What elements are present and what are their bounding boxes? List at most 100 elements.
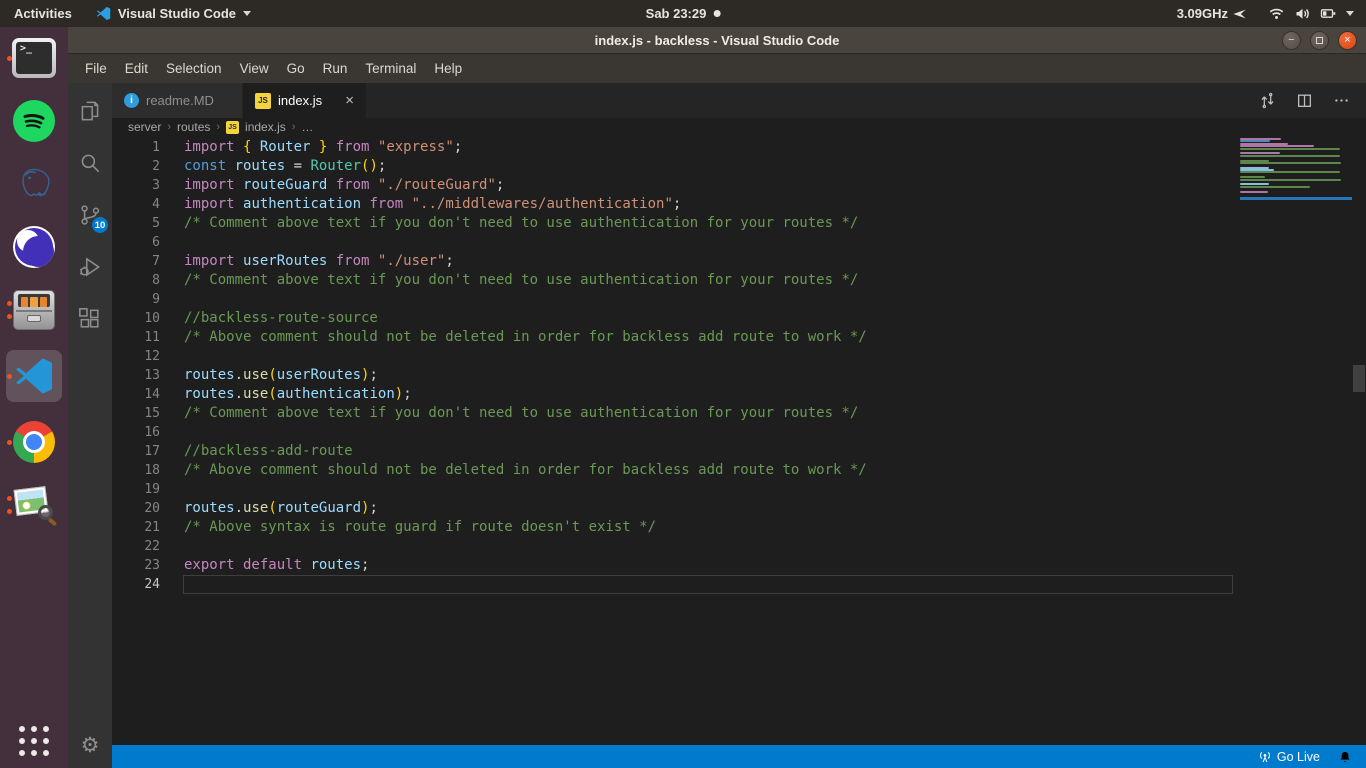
insomnia-icon <box>13 226 55 268</box>
code-line[interactable]: 9 <box>112 290 1236 309</box>
code-line[interactable]: 24 <box>112 575 1236 594</box>
line-number: 17 <box>144 444 160 459</box>
code-line[interactable]: 6 <box>112 233 1236 252</box>
run-debug-icon[interactable] <box>68 245 112 289</box>
code-line[interactable]: 17 //backless-add-route <box>112 442 1236 461</box>
maximize-button[interactable] <box>1310 30 1329 50</box>
minimize-button[interactable]: − <box>1282 30 1301 50</box>
editor-scrollbar[interactable] <box>1352 136 1366 745</box>
breadcrumb-folder[interactable]: server <box>128 120 161 134</box>
minimap[interactable] <box>1240 138 1352 200</box>
tab-readme[interactable]: i readme.MD <box>112 83 243 118</box>
settings-gear-icon[interactable]: ⚙ <box>81 733 100 758</box>
cpu-frequency-indicator[interactable]: 3.09GHz <box>1177 6 1247 21</box>
volume-icon[interactable] <box>1294 6 1311 21</box>
wifi-icon[interactable] <box>1268 6 1285 21</box>
dock-item-file-manager[interactable] <box>6 287 62 333</box>
code-text: routes.use(authentication); <box>184 386 412 402</box>
line-number: 10 <box>144 311 160 326</box>
code-line[interactable]: 4 import authentication from "../middlewa… <box>112 195 1236 214</box>
minimap-line <box>1240 154 1340 157</box>
minimap-line <box>1240 145 1314 148</box>
explorer-icon[interactable] <box>68 89 112 133</box>
line-number: 19 <box>144 482 160 497</box>
battery-icon[interactable] <box>1320 6 1337 21</box>
menu-item-go[interactable]: Go <box>278 57 314 80</box>
code-line[interactable]: 13 routes.use(userRoutes); <box>112 366 1236 385</box>
line-number: 11 <box>144 330 160 345</box>
breadcrumb-file[interactable]: index.js <box>245 120 286 134</box>
code-line[interactable]: 21 /* Above syntax is route guard if rout… <box>112 518 1236 537</box>
app-menu-button[interactable]: Visual Studio Code <box>86 0 261 27</box>
line-number: 20 <box>144 501 160 516</box>
clock-menu[interactable]: Sab 23:29 <box>646 6 721 21</box>
dock-item-terminal[interactable]: >_ <box>6 35 62 81</box>
dock-item-spotify[interactable] <box>6 98 62 144</box>
line-number: 13 <box>144 368 160 383</box>
menu-item-run[interactable]: Run <box>314 57 357 80</box>
code-line[interactable]: 15 /* Comment above text if you don't nee… <box>112 404 1236 423</box>
split-editor-icon[interactable] <box>1296 92 1313 109</box>
menu-bar: File Edit Selection View Go Run Terminal Help <box>68 54 1366 83</box>
line-number: 7 <box>152 254 160 269</box>
extensions-icon[interactable] <box>68 297 112 341</box>
menu-item-terminal[interactable]: Terminal <box>356 57 425 80</box>
code-line[interactable]: 14 routes.use(authentication); <box>112 385 1236 404</box>
menu-item-view[interactable]: View <box>231 57 278 80</box>
menu-item-help[interactable]: Help <box>425 57 471 80</box>
code-line[interactable]: 2 const routes = Router(); <box>112 157 1236 176</box>
code-line[interactable]: 19 <box>112 480 1236 499</box>
code-text: /* Above syntax is route guard if route … <box>184 519 657 535</box>
tab-close-icon[interactable]: × <box>345 93 354 108</box>
breadcrumb-folder[interactable]: routes <box>177 120 210 134</box>
code-line[interactable]: 20 routes.use(routeGuard); <box>112 499 1236 518</box>
activities-button[interactable]: Activities <box>0 0 86 27</box>
code-text: export default routes; <box>184 557 370 573</box>
show-applications-button[interactable] <box>19 726 49 756</box>
menu-item-edit[interactable]: Edit <box>116 57 157 80</box>
dock-item-insomnia[interactable] <box>6 224 62 270</box>
code-line[interactable]: 7 import userRoutes from "./user"; <box>112 252 1236 271</box>
search-icon[interactable] <box>68 141 112 185</box>
go-live-label: Go Live <box>1276 749 1320 764</box>
breadcrumb-symbol[interactable]: … <box>301 120 313 134</box>
code-text: /* Comment above text if you don't need … <box>184 215 859 231</box>
tab-readme-label: readme.MD <box>146 93 214 108</box>
go-live-button[interactable]: Go Live <box>1258 750 1320 764</box>
system-menu-caret-icon[interactable] <box>1346 11 1354 16</box>
code-line[interactable]: 18 /* Above comment should not be deleted… <box>112 461 1236 480</box>
code-text: import authentication from "../middlewar… <box>184 196 682 212</box>
window-title-bar[interactable]: index.js - backless - Visual Studio Code… <box>68 27 1366 54</box>
notifications-bell-icon[interactable] <box>1338 750 1352 764</box>
code-line[interactable]: 1 import { Router } from "express"; <box>112 138 1236 157</box>
code-line[interactable]: 12 <box>112 347 1236 366</box>
js-file-icon: JS <box>255 92 271 109</box>
close-button[interactable]: × <box>1338 30 1357 50</box>
scrollbar-thumb[interactable] <box>1353 365 1365 392</box>
dock-item-postgresql[interactable] <box>6 161 62 207</box>
source-control-icon[interactable]: 10 <box>68 193 112 237</box>
dock-item-image-viewer[interactable] <box>6 482 62 528</box>
menu-item-file[interactable]: File <box>76 57 116 80</box>
current-line-highlight <box>183 575 1233 594</box>
code-editor[interactable]: 1 import { Router } from "express"; 2 const… <box>112 136 1366 745</box>
code-line[interactable]: 11 /* Above comment should not be deleted… <box>112 328 1236 347</box>
tab-indexjs[interactable]: JS index.js × <box>243 83 366 118</box>
menu-item-selection[interactable]: Selection <box>157 57 231 80</box>
line-number: 3 <box>152 178 160 193</box>
code-line[interactable]: 22 <box>112 537 1236 556</box>
open-changes-icon[interactable] <box>1259 92 1276 109</box>
code-line[interactable]: 23 export default routes; <box>112 556 1236 575</box>
dock-item-vscode[interactable] <box>6 350 62 402</box>
code-line[interactable]: 5 /* Comment above text if you don't need… <box>112 214 1236 233</box>
running-indicator-dot <box>7 496 12 501</box>
code-line[interactable]: 8 /* Comment above text if you don't need… <box>112 271 1236 290</box>
code-line[interactable]: 16 <box>112 423 1236 442</box>
code-line[interactable]: 10 //backless-route-source <box>112 309 1236 328</box>
more-actions-icon[interactable] <box>1333 92 1350 109</box>
code-line[interactable]: 3 import routeGuard from "./routeGuard"; <box>112 176 1236 195</box>
dock-item-chrome[interactable] <box>6 419 62 465</box>
